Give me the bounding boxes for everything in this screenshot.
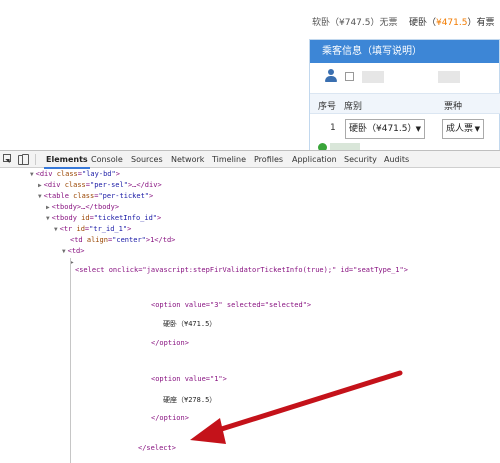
hard-sleeper-availability: ）有票 [467,18,495,28]
col-ticket-type: 票种 [444,102,463,112]
select-open-tag[interactable]: <select onclick="javascript:stepFirValid… [75,266,408,274]
tab-profiles[interactable]: Profiles [254,155,283,164]
passenger-checkbox[interactable] [345,72,354,81]
select-close-tag: </select> [138,444,176,452]
hard-sleeper-label: 硬卧（ [408,18,436,28]
device-mode-icon[interactable] [18,154,29,165]
passenger-list-row [310,64,500,90]
tab-sources[interactable]: Sources [131,155,163,164]
row-number: 1 [330,123,336,133]
tab-security[interactable]: Security [344,155,377,164]
dropdown-arrow-icon: ▼ [415,125,421,133]
seat-type-value: 硬卧（¥471.5） [349,124,417,134]
table-row: 1 硬卧（¥471.5） ▼ 成人票 ▼ [310,116,500,142]
web-page: 软卧（¥747.5）无票 硬卧（¥471.5）有票 乘客信息（填写说明） 序号 … [0,0,500,152]
dom-node[interactable]: <td align="center">1</td> [70,235,175,247]
soft-sleeper-price: 软卧（¥747.5）无票 [312,18,398,28]
hard-sleeper-price: ¥471.5 [435,18,468,28]
select-element-source: <select onclick="javascript:stepFirValid… [70,258,500,463]
col-seat-type: 席别 [344,102,363,112]
seat-price-line: 软卧（¥747.5）无票 硬卧（¥471.5）有票 [312,15,494,28]
option-open-tag[interactable]: <option value="3" selected="selected"> [151,301,311,309]
add-passenger-link[interactable] [330,143,360,150]
dom-node[interactable]: ▼ <td> [62,246,84,258]
col-number: 序号 [318,102,337,112]
dom-node[interactable]: ▼ <table class="per-ticket"> [38,191,153,203]
dom-node[interactable]: ▼ <tr id="tr_id_1"> [54,224,131,236]
tab-network[interactable]: Network [171,155,204,164]
option-close-tag: </option> [151,339,189,347]
dom-node[interactable]: ▶ <div class="per-sel">…</div> [38,180,162,192]
option-text: 硬卧（¥471.5） [163,320,217,328]
tab-elements[interactable]: Elements [44,155,90,169]
passenger-info-header: 乘客信息（填写说明） [310,40,499,63]
dom-node[interactable]: ▼ <div class="lay-bd"> [30,169,120,181]
toolbar-divider [35,154,36,165]
devtools-toolbar: Elements Console Sources Network Timelin… [0,151,500,169]
dropdown-arrow-icon: ▼ [474,125,480,133]
seat-type-select[interactable]: 硬卧（¥471.5） ▼ [345,119,425,139]
passenger-info-panel: 乘客信息（填写说明） 序号 席别 票种 1 硬卧（¥471.5） ▼ 成人票 ▼ [309,39,500,152]
redacted-passenger-name [362,71,384,83]
dom-node[interactable]: ▼ <tbody id="ticketInfo_id"> [46,213,161,225]
tab-console[interactable]: Console [91,155,123,164]
option-close-tag: </option> [151,414,189,422]
person-icon [325,69,337,83]
option-open-tag[interactable]: <option value="1"> [151,375,227,383]
ticket-table-header: 序号 席别 票种 [310,93,500,114]
redacted-passenger-name [438,71,460,83]
tab-timeline[interactable]: Timeline [212,155,246,164]
ticket-type-select[interactable]: 成人票 ▼ [442,119,484,139]
ticket-type-value: 成人票 [446,124,474,134]
dom-node[interactable]: ▶ <tbody>…</tbody> [46,202,119,214]
inspect-element-icon[interactable] [3,154,13,164]
option-text: 硬座（¥278.5） [163,396,217,404]
tab-application[interactable]: Application [292,155,337,164]
devtools-panel: Elements Console Sources Network Timelin… [0,150,500,463]
tab-audits[interactable]: Audits [384,155,409,164]
